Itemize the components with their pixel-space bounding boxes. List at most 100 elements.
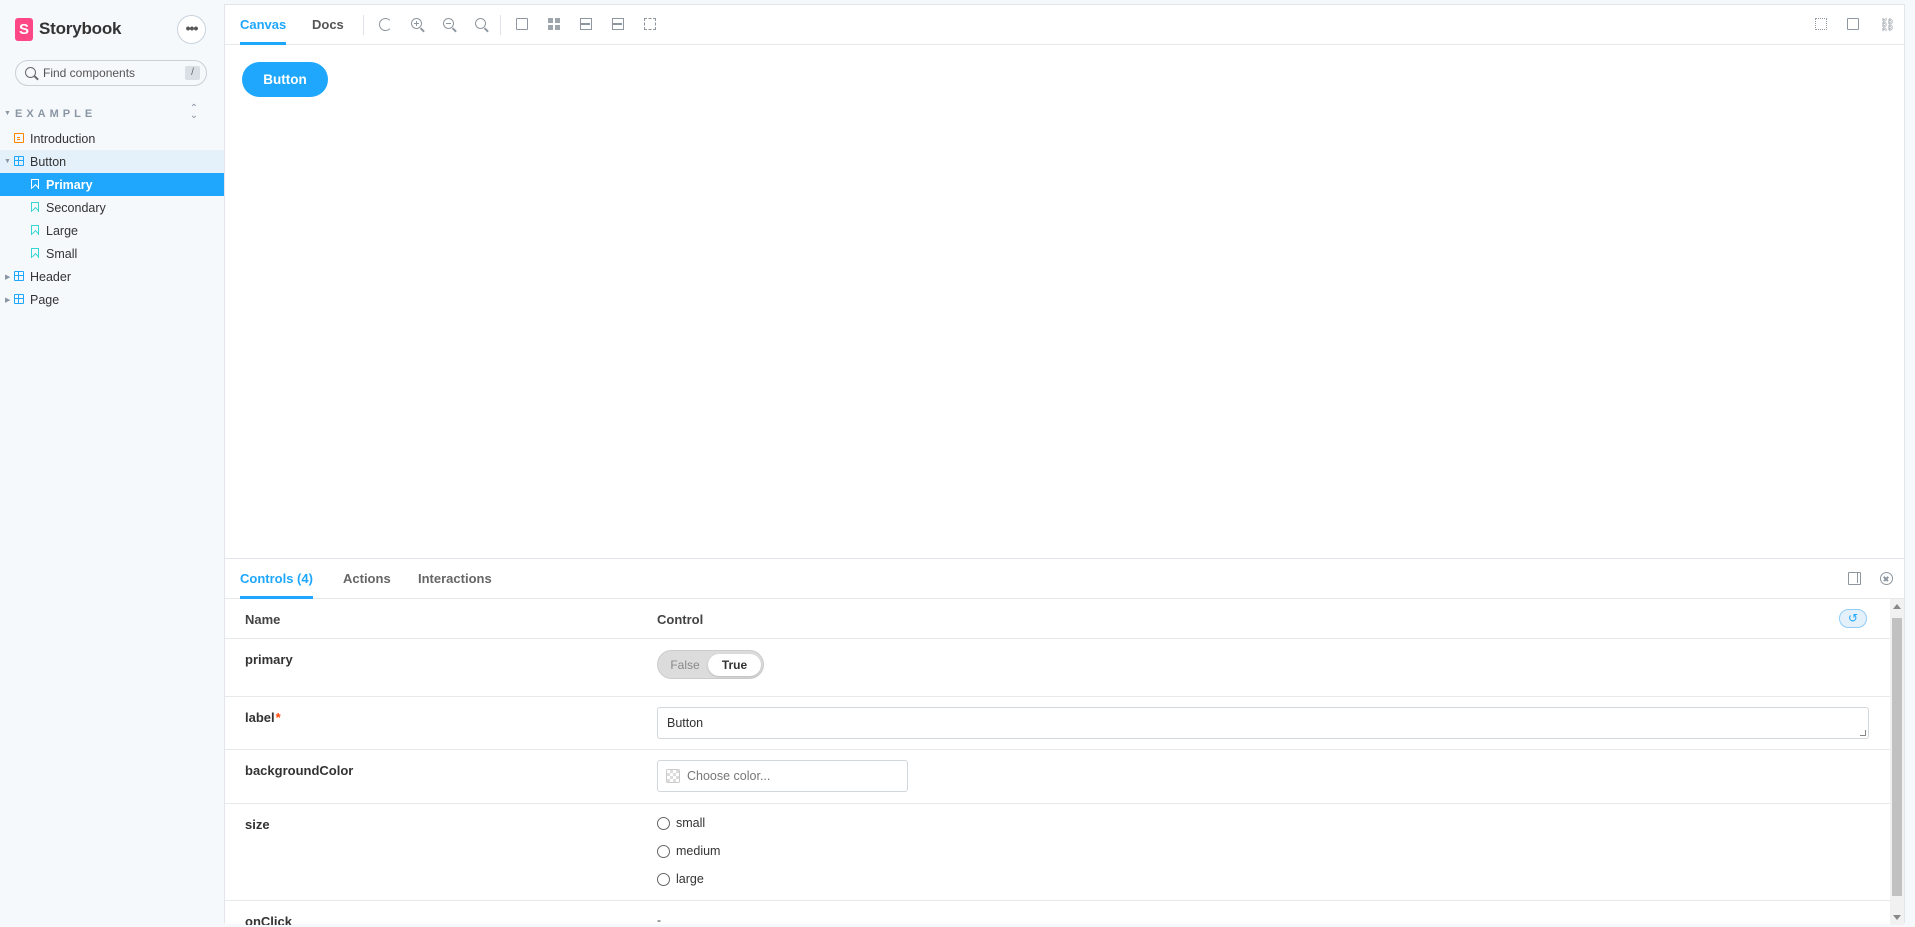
radio-option-medium[interactable]: medium (657, 837, 720, 865)
table-row: label* Button (225, 697, 1891, 750)
fullscreen-icon[interactable] (1815, 18, 1827, 30)
brand[interactable]: S Storybook (15, 17, 121, 41)
radio-option-small[interactable]: small (657, 809, 720, 837)
scroll-up-arrow-icon[interactable] (1893, 604, 1901, 609)
label-textarea[interactable]: Button (657, 707, 1869, 739)
table-header-row: Name Control ↺ (225, 599, 1891, 639)
caret-down-icon: ▼ (4, 158, 11, 165)
scroll-down-arrow-icon[interactable] (1893, 915, 1901, 920)
radio-label: large (676, 872, 704, 886)
storybook-logo-icon: S (15, 17, 33, 41)
measure-icon[interactable] (612, 18, 624, 30)
tab-controls[interactable]: Controls (4) (240, 559, 313, 599)
zoom-reset-icon[interactable] (475, 18, 486, 29)
expand-collapse-icon[interactable]: ⌃ ⌄ (189, 104, 199, 121)
sidebar-item-label: Button (30, 154, 67, 169)
color-input[interactable] (687, 769, 887, 783)
sidebar-item-label: Small (46, 246, 78, 261)
sidebar-item-label: Large (46, 223, 78, 238)
bookmark-icon (31, 179, 39, 189)
radio-button[interactable] (657, 844, 670, 858)
background-icon[interactable] (516, 18, 528, 30)
panel-position-icon[interactable] (1848, 572, 1861, 585)
reset-controls-icon[interactable]: ↺ (1839, 609, 1867, 628)
sidebar-item-header[interactable]: ▶ Header (0, 265, 224, 288)
row-name-background-color: backgroundColor (245, 763, 354, 778)
outline-icon[interactable] (644, 18, 656, 30)
sidebar-item-primary[interactable]: Primary (0, 173, 224, 196)
color-control (657, 760, 908, 792)
tab-canvas[interactable]: Canvas (240, 5, 287, 45)
toggle-false-option[interactable]: False (662, 654, 708, 676)
caret-right-icon: ▶ (5, 297, 11, 304)
text-control: Button (657, 707, 1869, 739)
close-panel-icon[interactable] (1880, 572, 1893, 585)
grid-icon[interactable] (548, 18, 560, 30)
radio-button[interactable] (657, 872, 670, 886)
document-icon (14, 133, 24, 143)
copy-link-icon[interactable]: ⛓ (1879, 18, 1896, 32)
toolbar: Canvas Docs ⛓ (225, 5, 1904, 45)
component-icon (14, 156, 24, 166)
scrollbar[interactable] (1890, 599, 1904, 925)
boolean-control: False True (657, 650, 764, 679)
section-title[interactable]: EXAMPLE (15, 108, 96, 120)
required-asterisk: * (275, 710, 281, 725)
sidebar-item-button[interactable]: ▼ Button (0, 150, 224, 173)
sidebar-item-small[interactable]: Small (0, 242, 224, 265)
component-icon (14, 271, 24, 281)
component-tree: Introduction ▼ Button Primary Secondary … (0, 127, 224, 311)
main-panel: Canvas Docs ⛓ Button Controls (4) Action… (224, 4, 1905, 925)
radio-option-large[interactable]: large (657, 865, 720, 893)
toggle-true-option[interactable]: True (708, 654, 761, 676)
tab-docs[interactable]: Docs (312, 5, 344, 45)
zoom-out-icon[interactable] (443, 18, 454, 29)
sidebar-item-page[interactable]: ▶ Page (0, 288, 224, 311)
sidebar-item-secondary[interactable]: Secondary (0, 196, 224, 219)
preview-primary-button[interactable]: Button (242, 62, 328, 97)
onclick-value: - (657, 913, 661, 925)
toolbar-divider (500, 15, 501, 35)
section-caret-icon[interactable]: ▼ (4, 110, 11, 117)
column-header-control: Control (657, 612, 704, 627)
color-swatch-icon[interactable] (666, 769, 680, 783)
row-name-primary: primary (245, 652, 293, 667)
column-header-name: Name (245, 612, 281, 627)
row-name-label-text: label (245, 710, 275, 725)
open-new-tab-icon[interactable] (1847, 18, 1859, 30)
sidebar-item-label: Header (30, 269, 71, 284)
bookmark-icon (31, 225, 39, 235)
row-name-label: label* (245, 710, 281, 725)
sidebar-item-label: Page (30, 292, 60, 307)
component-icon (14, 294, 24, 304)
brand-name: Storybook (39, 19, 122, 38)
tab-actions[interactable]: Actions (343, 559, 391, 599)
sidebar-item-large[interactable]: Large (0, 219, 224, 242)
table-row: primary False True (225, 639, 1891, 697)
radio-label: medium (676, 844, 721, 858)
search-input[interactable] (43, 65, 183, 81)
radio-button[interactable] (657, 816, 670, 830)
menu-button[interactable]: ••• (177, 15, 206, 44)
resize-grip-icon[interactable] (1860, 730, 1866, 736)
row-name-onclick: onClick (245, 914, 292, 925)
scrollbar-thumb[interactable] (1892, 618, 1902, 896)
search-shortcut-badge: / (185, 66, 200, 80)
sidebar-item-introduction[interactable]: Introduction (0, 127, 224, 150)
addons-panel: Controls (4) Actions Interactions Name C… (225, 558, 1904, 925)
controls-table: Name Control ↺ primary False True label*… (225, 599, 1891, 925)
toolbar-divider (363, 15, 364, 35)
color-picker[interactable] (657, 760, 908, 792)
caret-right-icon: ▶ (5, 274, 11, 281)
addon-tabs: Controls (4) Actions Interactions (225, 559, 1904, 599)
zoom-in-icon[interactable] (411, 18, 422, 29)
primary-toggle[interactable]: False True (657, 650, 764, 679)
sidebar-item-label: Secondary (46, 200, 106, 215)
tab-interactions[interactable]: Interactions (418, 559, 492, 599)
viewport-icon[interactable] (580, 18, 592, 30)
table-row: size small medium large (225, 804, 1891, 901)
search-box: / (15, 60, 207, 86)
row-name-size: size (245, 817, 270, 832)
sidebar-item-label: Primary (46, 177, 93, 192)
refresh-icon[interactable] (379, 18, 392, 31)
